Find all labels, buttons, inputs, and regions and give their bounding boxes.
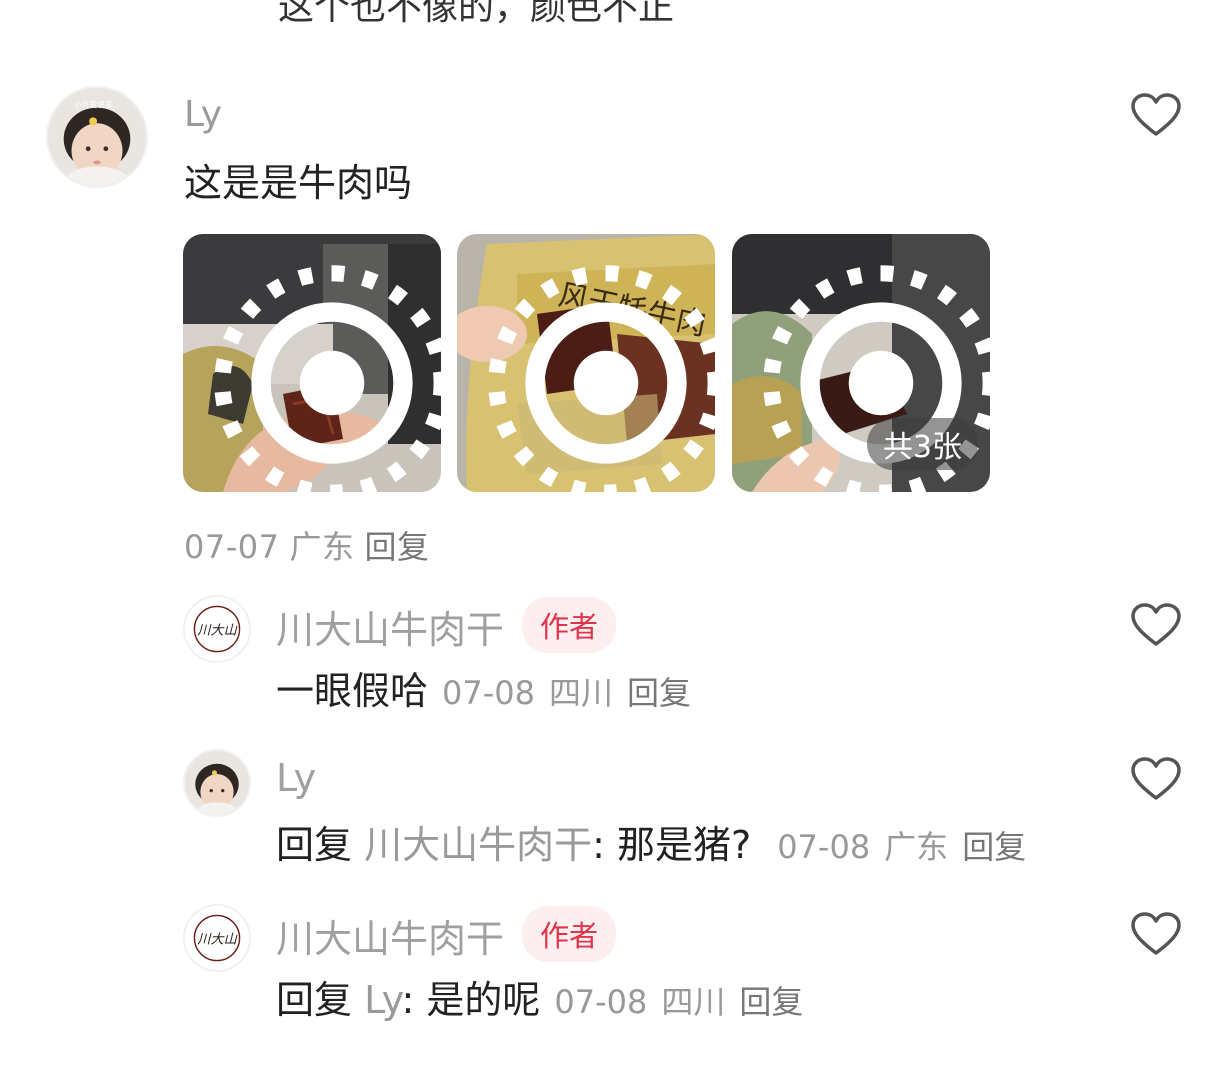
reply-date: 07-08 (777, 828, 871, 866)
comment-location: 广东 (289, 528, 355, 566)
reply-target-username[interactable]: Ly (364, 978, 401, 1022)
logo-text: 川大山 (197, 623, 237, 639)
reply-content: 回复 Ly: 是的呢 07-08 四川 回复 (276, 969, 803, 1024)
reply-header: 川大山牛肉干 作者 (276, 906, 617, 963)
logo-text: 川大山 (197, 932, 237, 948)
author-badge: 作者 (522, 597, 617, 653)
reply-location: 四川 (661, 983, 726, 1021)
like-button[interactable] (1131, 912, 1181, 956)
reply-prefix: 回复 (276, 823, 353, 867)
reply-location: 广东 (884, 828, 949, 866)
previous-comment-text: 这个也不像的，颜色不正 (278, 0, 675, 28)
reply-username[interactable]: 川大山牛肉干 (276, 608, 504, 652)
reply-prefix: 回复 (276, 978, 353, 1022)
reply-button[interactable]: 回复 (627, 674, 691, 712)
heart-outline-icon (1131, 912, 1181, 955)
live-photo-icon (214, 265, 441, 492)
comment-username[interactable]: Ly (184, 94, 222, 135)
comment-photo-1[interactable] (183, 234, 441, 492)
avatar-girl-image (185, 751, 249, 815)
avatar[interactable]: 小可爱语害... (46, 86, 148, 188)
like-button[interactable] (1131, 603, 1181, 647)
author-badge: 作者 (522, 906, 617, 962)
reply-date: 07-08 (554, 983, 648, 1021)
comment-date: 07-07 (184, 528, 280, 566)
reply-text[interactable]: 一眼假哈 (276, 669, 428, 713)
reply-button[interactable]: 回复 (365, 528, 430, 566)
comment-photo-2[interactable]: 风干牦牛肉 (457, 234, 715, 492)
reply-username[interactable]: Ly (276, 756, 316, 800)
reply-content: 一眼假哈 07-08 四川 回复 (276, 660, 691, 715)
reply-location: 四川 (549, 674, 614, 712)
reply-text[interactable]: : 那是猪? (592, 823, 751, 867)
reply-header: 川大山牛肉干 作者 (276, 597, 617, 654)
avatar[interactable]: 川大山 (183, 595, 251, 663)
avatar[interactable]: 川大山 (183, 904, 251, 972)
like-button[interactable] (1131, 93, 1181, 137)
comment-photo-3[interactable]: 共3张 (732, 234, 990, 492)
photo-count-badge: 共3张 (866, 418, 978, 470)
heart-outline-icon (1131, 757, 1181, 800)
reply-text[interactable]: : 是的呢 (402, 978, 541, 1022)
like-button[interactable] (1131, 757, 1181, 801)
reply-button[interactable]: 回复 (739, 983, 803, 1021)
live-photo-icon (488, 265, 715, 492)
avatar[interactable] (183, 749, 251, 817)
shop-logo-image: 川大山 (185, 597, 249, 661)
avatar-caption: 小可爱语害... (74, 100, 121, 110)
reply-button[interactable]: 回复 (962, 828, 1026, 866)
comment-text[interactable]: 这是是牛肉吗 (184, 152, 412, 207)
comment-meta: 07-07 广东 回复 (184, 522, 430, 568)
heart-outline-icon (1131, 93, 1181, 136)
reply-target-username[interactable]: 川大山牛肉干 (364, 823, 592, 867)
heart-outline-icon (1131, 603, 1181, 646)
shop-logo-image: 川大山 (185, 906, 249, 970)
reply-content: 回复 川大山牛肉干: 那是猪? 07-08 广东 回复 (276, 814, 1026, 869)
reply-username[interactable]: 川大山牛肉干 (276, 917, 504, 961)
reply-date: 07-08 (442, 674, 535, 712)
avatar-girl-image: 小可爱语害... (48, 88, 146, 186)
